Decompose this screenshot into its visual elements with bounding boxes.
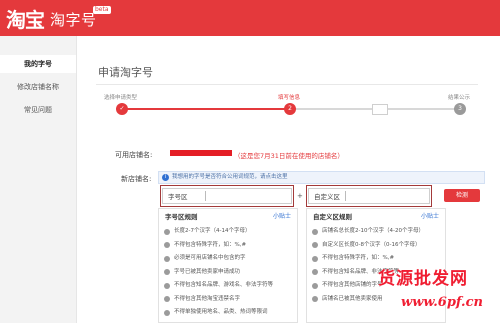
- clock-icon: [312, 242, 318, 248]
- rule-item: 不得单独使用地名、品类、热词等限词: [159, 306, 297, 320]
- rule-item: 不得包含其他淘宝违禁名字: [159, 293, 297, 307]
- panel-title: 字号区规则: [165, 213, 198, 221]
- rule-item: 不得包含特殊字符，如：%,#: [159, 239, 297, 253]
- page-title: 申请淘字号: [98, 66, 153, 79]
- clock-icon: [164, 309, 170, 316]
- watermark-logo: 货源批发网: [378, 269, 468, 289]
- rule-text: 不得包含特殊字符，如：%,#: [322, 255, 395, 261]
- step-label-select-type: 选择申请类型: [104, 95, 138, 101]
- rule-item: 字号已被其他卖家申请成功: [159, 266, 297, 280]
- taobao-logo[interactable]: 淘宝: [6, 4, 45, 33]
- rule-text: 不得包含其他店铺的字号: [322, 282, 383, 288]
- clock-icon: [164, 255, 170, 262]
- watermark-url: www.6pf.cn: [401, 295, 483, 310]
- tip-bar[interactable]: i 我想用的字号是否符合公用词规范，请点击这里: [158, 171, 485, 184]
- info-icon: i: [162, 174, 169, 181]
- beta-badge: beta: [93, 6, 111, 14]
- rule-text: 字号已被其他卖家申请成功: [174, 268, 241, 275]
- rule-item: 不得包含知名品牌、游戏名、非法字符等: [159, 279, 297, 293]
- rule-item: 自定义区长度0-8个汉字（0-16个字母）: [307, 239, 445, 253]
- redacted-store-name: [170, 150, 232, 156]
- rule-text: 必须是可用店铺名中包含的字: [174, 255, 246, 261]
- rule-text: 不得单独使用地名、品类、热词等限词: [174, 309, 268, 315]
- rule-text: 长度2-7个汉字（4-14个字母）: [174, 228, 251, 234]
- tips-link[interactable]: 小贴士: [421, 209, 439, 225]
- step-label-fill-info: 填写信息: [278, 95, 301, 101]
- sidebar-item-faq[interactable]: 常见问题: [0, 101, 76, 119]
- rule-item: 长度2-7个汉字（4-14个字母）: [159, 225, 297, 239]
- clock-icon: [312, 296, 318, 302]
- rule-item: 店铺名总长度2-10个汉字（4-20个字母）: [307, 225, 445, 239]
- rule-text: 不得包含知名品牌、游戏名、非法字符等: [174, 282, 274, 288]
- plus-sign: +: [297, 192, 303, 200]
- step-1-check-icon: ✓: [116, 103, 128, 115]
- divider: [96, 84, 478, 85]
- panel-header: 自定义区规则 小贴士: [307, 209, 445, 225]
- usable-name-label: 可用店铺名:: [115, 151, 153, 159]
- new-name-label: 新店铺名:: [121, 175, 152, 183]
- highlight-box-name-zone: [160, 185, 294, 207]
- highlight-box-custom-zone: [306, 185, 432, 207]
- clock-icon: [312, 282, 318, 289]
- step-label-result: 结果公示: [448, 95, 471, 101]
- rule-text: 不得包含特殊字符，如：%,#: [174, 241, 247, 248]
- rule-text: 店铺名总长度2-10个汉字（4-20个字母）: [322, 228, 424, 234]
- step-3-dot: 3: [454, 103, 466, 115]
- sidebar-item-rename-store[interactable]: 修改店铺名称: [0, 78, 76, 96]
- sidebar-item-my-name[interactable]: 我的字号: [0, 55, 76, 73]
- rule-item: 必须是可用店铺名中包含的字: [159, 252, 297, 266]
- panel-title: 自定义区规则: [313, 213, 352, 221]
- product-name: 淘字号: [50, 11, 97, 29]
- usable-name-note: （这是您7月31日前在使用的店铺名）: [234, 152, 344, 160]
- clock-icon: [312, 269, 318, 275]
- step-2-dot: 2: [284, 103, 296, 115]
- rule-text: 自定义区长度0-8个汉字（0-16个字母）: [322, 241, 421, 248]
- clock-icon: [312, 228, 318, 235]
- clock-icon: [164, 242, 170, 248]
- top-bar: 淘宝 淘字号 beta: [0, 0, 500, 36]
- step-placeholder-box: [372, 104, 388, 115]
- clock-icon: [164, 296, 170, 302]
- clock-icon: [164, 269, 170, 275]
- clock-icon: [164, 282, 170, 289]
- clock-icon: [164, 228, 170, 235]
- name-zone-rules-panel: 字号区规则 小贴士 长度2-7个汉字（4-14个字母） 不得包含特殊字符，如：%…: [158, 208, 298, 323]
- check-button[interactable]: 检测: [444, 189, 480, 202]
- sidebar: 我的字号 修改店铺名称 常见问题: [0, 36, 77, 323]
- rule-text: 店铺名已被其他卖家使用: [322, 295, 383, 302]
- progress-fill: [122, 108, 290, 110]
- rule-text: 不得包含其他淘宝违禁名字: [174, 295, 241, 302]
- panel-header: 字号区规则 小贴士: [159, 209, 297, 225]
- tip-text[interactable]: 我想用的字号是否符合公用词规范，请点击这里: [172, 174, 288, 180]
- tips-link[interactable]: 小贴士: [273, 209, 291, 225]
- clock-icon: [312, 255, 318, 262]
